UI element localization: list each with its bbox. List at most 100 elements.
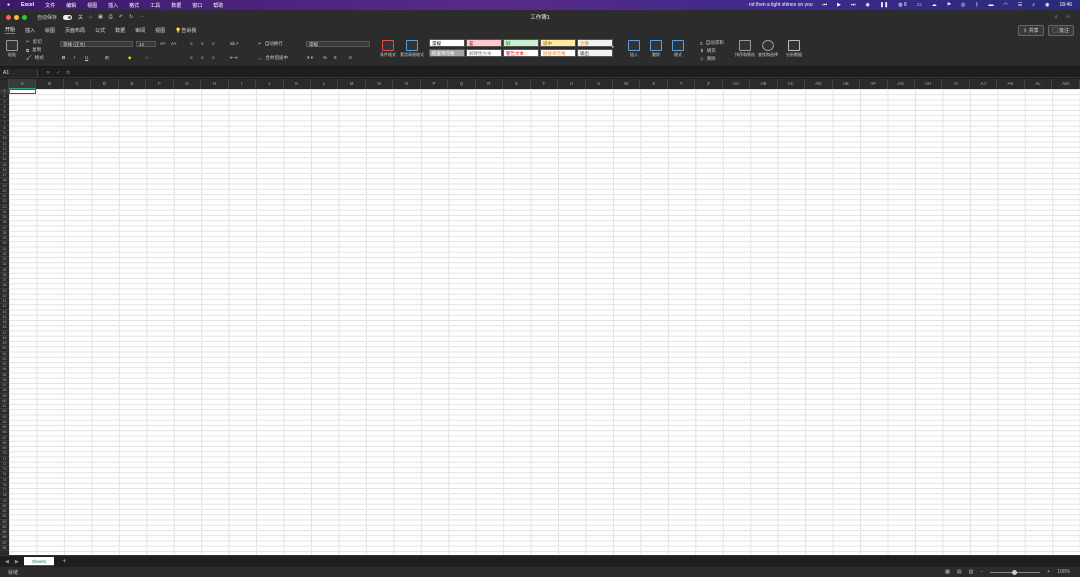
column-header[interactable]: H <box>201 79 229 89</box>
column-header[interactable]: A <box>9 79 37 89</box>
prev-sheet-icon[interactable]: ◀ <box>5 559 9 565</box>
style-good[interactable]: 好 <box>503 39 539 47</box>
style-calculation[interactable]: 计算 <box>577 39 613 47</box>
style-bad[interactable]: 差 <box>466 39 502 47</box>
column-header[interactable]: AA <box>723 79 751 89</box>
styles-more-button[interactable]: ▸ <box>612 44 614 50</box>
apple-icon[interactable]: ● <box>7 2 10 8</box>
conditional-format-button[interactable]: 条件格式 <box>380 40 396 58</box>
style-check-cell[interactable]: 检查单元格 <box>429 49 465 57</box>
shrink-font-button[interactable]: A˅ <box>171 41 177 46</box>
delete-cells-button[interactable]: 删除 <box>650 40 662 58</box>
zoom-in-button[interactable]: + <box>1047 569 1050 575</box>
column-header[interactable]: L <box>311 79 339 89</box>
menu-data[interactable]: 数据 <box>171 2 181 9</box>
column-header[interactable]: O <box>393 79 421 89</box>
normal-view-icon[interactable]: ▦ <box>945 569 950 575</box>
copy-button[interactable]: ⧉ 复制 <box>26 47 41 53</box>
tab-view[interactable]: 视图 <box>155 27 165 34</box>
column-header[interactable]: X <box>640 79 668 89</box>
now-playing-text[interactable]: nd then a light shines on you <box>749 2 813 8</box>
account-icon[interactable]: ⚇ <box>1066 14 1070 20</box>
format-as-table-button[interactable]: 套用表格格式 <box>400 40 424 58</box>
column-header[interactable]: I <box>229 79 257 89</box>
wechat-icon[interactable]: ◍ 6 <box>898 2 907 8</box>
tab-review[interactable]: 审阅 <box>135 27 145 34</box>
name-box[interactable]: A1 <box>0 68 38 77</box>
tab-home[interactable]: 开始 <box>5 26 16 34</box>
format-painter-button[interactable]: 🖌 格式 <box>26 55 44 61</box>
format-cells-button[interactable]: 格式 <box>672 40 684 58</box>
cloud-icon[interactable]: ☁ <box>932 2 937 8</box>
wrap-text-button[interactable]: ↵ 自动换行 <box>258 41 283 47</box>
insert-cells-button[interactable]: 插入 <box>628 40 640 58</box>
worksheet-grid[interactable]: A B C D E F G H I J K L M N O P Q R S T U V W X Y Z AA AB AC AD AE AF AG… <box>0 79 1080 555</box>
column-header[interactable]: N <box>366 79 394 89</box>
zoom-out-button[interactable]: − <box>980 569 983 575</box>
style-output[interactable]: 输出 <box>577 49 613 57</box>
align-top-button[interactable]: ≡ <box>190 41 193 46</box>
close-window-button[interactable] <box>6 14 11 20</box>
confirm-icon[interactable]: ✓ <box>56 70 60 76</box>
menu-insert[interactable]: 插入 <box>108 2 118 9</box>
home-icon[interactable]: ⌂ <box>89 14 92 20</box>
italic-button[interactable]: I <box>74 55 75 60</box>
cell-area[interactable] <box>9 89 1080 555</box>
column-header[interactable]: G <box>174 79 202 89</box>
menu-window[interactable]: 窗口 <box>192 2 202 9</box>
comma-button[interactable]: 9 <box>334 55 337 60</box>
column-header[interactable]: AI <box>942 79 970 89</box>
column-header[interactable]: Q <box>448 79 476 89</box>
number-format-select[interactable]: 常规 <box>306 41 370 47</box>
column-header[interactable]: AM <box>1052 79 1080 89</box>
select-all-corner[interactable] <box>0 79 9 89</box>
app-menu[interactable]: Excel <box>21 2 34 8</box>
clear-button[interactable]: ◇ 清除 <box>700 56 715 62</box>
column-header[interactable]: AC <box>778 79 806 89</box>
zoom-slider[interactable] <box>990 569 1041 575</box>
column-header[interactable]: K <box>284 79 311 89</box>
align-bottom-button[interactable]: ≡ <box>212 41 215 46</box>
borders-button[interactable]: ⊞ <box>105 55 109 61</box>
percent-button[interactable]: % <box>323 55 327 60</box>
sort-filter-button[interactable]: 排序和筛选 <box>735 40 755 58</box>
column-header[interactable]: AL <box>1025 79 1053 89</box>
zoom-slider-knob[interactable] <box>1012 569 1018 575</box>
spotlight-icon[interactable]: ⌕ <box>1032 2 1035 8</box>
share-button[interactable]: ⇪ 共享 <box>1017 24 1044 36</box>
flag-icon[interactable]: ⚑ <box>947 2 951 8</box>
cut-button[interactable]: ✂ 剪切 <box>26 39 42 45</box>
page-layout-view-icon[interactable]: ▤ <box>957 569 962 575</box>
play-icon[interactable]: ▶ <box>837 2 841 8</box>
add-sheet-button[interactable]: + <box>62 558 66 565</box>
previous-track-icon[interactable]: ⏮ <box>823 2 828 8</box>
currency-button[interactable]: ¥ ▾ <box>307 55 313 61</box>
minimize-window-button[interactable] <box>14 14 19 20</box>
menu-format[interactable]: 格式 <box>129 2 139 9</box>
autosum-button[interactable]: Σ 自动求和 <box>700 40 724 46</box>
column-header[interactable]: D <box>91 79 119 89</box>
bluetooth-icon[interactable]: ᛒ <box>975 2 978 8</box>
column-header[interactable]: Y <box>668 79 696 89</box>
merge-center-button[interactable]: ⇔ 合并后居中 <box>258 55 288 61</box>
zoom-window-button[interactable] <box>22 14 27 20</box>
status-icon[interactable]: ◉ <box>866 2 870 8</box>
search-icon[interactable]: ⌕ <box>1055 14 1058 20</box>
siri-icon[interactable]: ◉ <box>1045 2 1049 8</box>
column-header[interactable]: AB <box>750 79 778 89</box>
column-header[interactable]: J <box>256 79 284 89</box>
menu-tools[interactable]: 工具 <box>150 2 160 9</box>
next-sheet-icon[interactable]: ▶ <box>15 559 19 565</box>
column-header[interactable]: AD <box>805 79 833 89</box>
print-icon[interactable]: ⎙ <box>109 14 113 20</box>
column-header[interactable]: V <box>586 79 613 89</box>
cancel-icon[interactable]: ✕ <box>46 70 50 76</box>
font-color-button[interactable]: A <box>145 55 148 60</box>
redo-icon[interactable]: ↻ <box>129 14 133 20</box>
analyze-data-button[interactable]: 分析数据 <box>786 40 802 58</box>
compass-icon[interactable]: ◎ <box>961 2 965 8</box>
pause-icon[interactable]: ❚❚ <box>880 2 888 8</box>
column-header[interactable]: B <box>36 79 64 89</box>
comments-button[interactable]: ▢ 批注 <box>1047 24 1074 36</box>
column-header[interactable]: AG <box>888 79 915 89</box>
